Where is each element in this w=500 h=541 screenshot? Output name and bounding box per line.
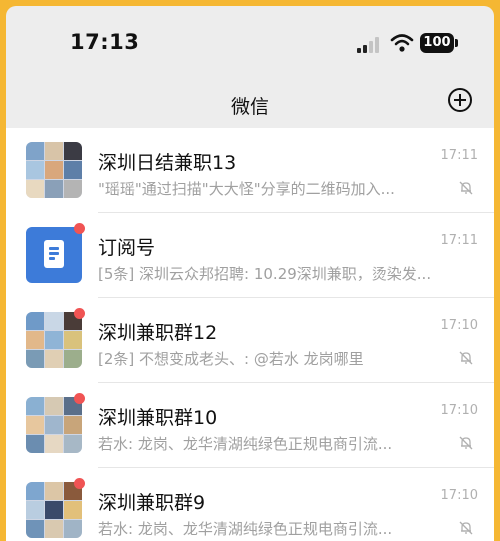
- page-title: 微信: [230, 96, 269, 118]
- nav-bar: 微信: [6, 78, 494, 128]
- mute-bell-icon: [459, 181, 473, 195]
- chat-row[interactable]: 订阅号 [5条] 深圳云众邦招聘: 10.29深圳兼职，烫染发... 17:11: [6, 213, 494, 298]
- chat-row[interactable]: 深圳日结兼职13 "瑶瑶"通过扫描"大大怪"分享的二维码加入... 17:11: [6, 128, 494, 213]
- subscription-avatar: [26, 227, 82, 283]
- group-avatar: [26, 482, 82, 538]
- unread-dot: [74, 478, 85, 489]
- chat-title: 深圳兼职群9: [98, 492, 206, 514]
- add-plus-icon[interactable]: [448, 88, 472, 112]
- chat-time: 17:10: [440, 318, 478, 333]
- status-time: 17:13: [70, 30, 140, 54]
- chat-title: 深圳兼职群12: [98, 322, 218, 344]
- chat-title: 深圳日结兼职13: [98, 152, 237, 174]
- battery-cap: [455, 39, 458, 47]
- phone-screen: 17:13 100 微信 深圳日结兼职13 "瑶瑶"通过扫描"大大怪"分享的二维…: [6, 6, 494, 541]
- chat-preview: "瑶瑶"通过扫描"大大怪"分享的二维码加入...: [98, 180, 395, 198]
- chat-row[interactable]: 深圳兼职群10 若水: 龙岗、龙华清湖纯绿色正规电商引流... 17:10: [6, 383, 494, 468]
- mute-bell-icon: [459, 521, 473, 535]
- chat-preview: [5条] 深圳云众邦招聘: 10.29深圳兼职，烫染发...: [98, 265, 432, 283]
- unread-dot: [74, 308, 85, 319]
- cellular-signal-icon: [357, 37, 383, 53]
- chat-row[interactable]: 深圳兼职群9 若水: 龙岗、龙华清湖纯绿色正规电商引流... 17:10: [6, 468, 494, 541]
- chat-title: 深圳兼职群10: [98, 407, 218, 429]
- status-bar: 17:13 100: [6, 6, 494, 78]
- battery-indicator: 100: [420, 33, 454, 53]
- mute-bell-icon: [459, 351, 473, 365]
- chat-time: 17:10: [440, 403, 478, 418]
- group-avatar: [26, 312, 82, 368]
- document-icon: [44, 240, 64, 268]
- chat-row[interactable]: 深圳兼职群12 [2条] 不想变成老头、: @若水 龙岗哪里 17:10: [6, 298, 494, 383]
- unread-dot: [74, 393, 85, 404]
- wifi-icon: [390, 34, 414, 52]
- chat-preview: 若水: 龙岗、龙华清湖纯绿色正规电商引流...: [98, 520, 393, 538]
- group-avatar: [26, 142, 82, 198]
- chat-time: 17:11: [440, 233, 478, 248]
- chat-preview: 若水: 龙岗、龙华清湖纯绿色正规电商引流...: [98, 435, 393, 453]
- mute-bell-icon: [459, 436, 473, 450]
- chat-list: 深圳日结兼职13 "瑶瑶"通过扫描"大大怪"分享的二维码加入... 17:11 …: [6, 128, 494, 541]
- chat-preview: [2条] 不想变成老头、: @若水 龙岗哪里: [98, 350, 364, 368]
- group-avatar: [26, 397, 82, 453]
- unread-dot: [74, 223, 85, 234]
- chat-title: 订阅号: [98, 237, 156, 259]
- chat-time: 17:11: [440, 148, 478, 163]
- chat-time: 17:10: [440, 488, 478, 503]
